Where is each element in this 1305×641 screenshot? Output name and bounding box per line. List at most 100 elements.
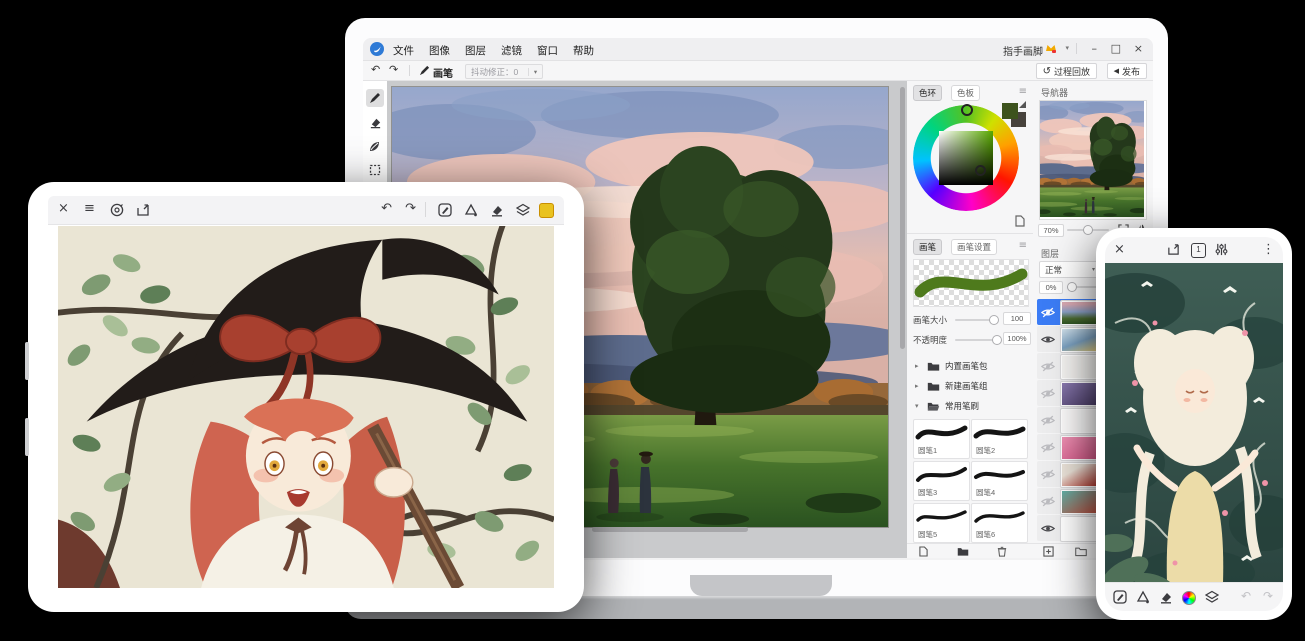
eye-off-icon[interactable] xyxy=(1039,385,1057,401)
account-chevron-icon[interactable]: ▾ xyxy=(1065,44,1069,52)
redo-icon[interactable]: ↷ xyxy=(389,63,398,76)
brush-opacity-knob[interactable] xyxy=(992,335,1002,345)
tab-brush-settings[interactable]: 画笔设置 xyxy=(951,239,997,255)
navigator-zoom-knob[interactable] xyxy=(1083,225,1093,235)
sv-selector[interactable] xyxy=(975,165,986,176)
brush-opacity-value[interactable]: 100% xyxy=(1003,332,1031,345)
redo-icon[interactable]: ↷ xyxy=(1263,589,1273,603)
saturation-square[interactable] xyxy=(939,131,993,185)
tab-brush[interactable]: 画笔 xyxy=(913,239,942,255)
eraser-tool-icon[interactable] xyxy=(490,203,504,217)
layer-row-pink[interactable] xyxy=(1037,434,1099,460)
brush-tool-icon[interactable] xyxy=(1113,590,1127,604)
brush-size-value[interactable]: 100 xyxy=(1003,312,1031,325)
layer-opacity-knob[interactable] xyxy=(1067,282,1077,292)
layers-count-icon[interactable]: 1 xyxy=(1191,243,1206,258)
brush-opacity-slider[interactable] xyxy=(955,339,997,341)
copy-color-icon[interactable] xyxy=(1015,215,1025,227)
layers-icon[interactable] xyxy=(516,203,530,217)
horizontal-scrollbar[interactable] xyxy=(592,527,748,532)
current-color-swatch[interactable] xyxy=(539,203,554,218)
layer-thumbnail[interactable] xyxy=(1061,490,1099,514)
eye-icon[interactable] xyxy=(1039,520,1057,536)
new-brush-icon[interactable] xyxy=(919,546,928,557)
layer-thumbnail[interactable] xyxy=(1061,436,1099,460)
select-tool-button[interactable] xyxy=(366,161,384,179)
brush-item[interactable]: 圆笔3 xyxy=(913,461,970,501)
layer-thumbnail[interactable] xyxy=(1061,355,1099,379)
menu-help[interactable]: 帮助 xyxy=(573,43,594,58)
color-panel-menu-icon[interactable]: ≡ xyxy=(1019,86,1027,97)
layer-thumbnail[interactable] xyxy=(1061,328,1099,352)
close-button[interactable]: × xyxy=(1134,42,1143,55)
shape-tool-icon[interactable] xyxy=(1136,590,1150,604)
eye-off-icon[interactable] xyxy=(1039,358,1057,374)
brush-item[interactable]: 圆笔1 xyxy=(913,419,970,459)
menu-icon[interactable]: ≡ xyxy=(84,201,95,216)
brush-group-common[interactable]: ▾ 常用笔刷 xyxy=(907,397,1041,415)
tab-color-wheel[interactable]: 色环 xyxy=(913,85,942,101)
layer-row-mountain[interactable] xyxy=(1037,326,1099,352)
color-wheel-icon[interactable] xyxy=(1182,591,1196,605)
layer-row-sketch2[interactable] xyxy=(1037,407,1099,433)
playback-icon[interactable] xyxy=(110,203,124,217)
smudge-tool-button[interactable] xyxy=(366,137,384,155)
menu-window[interactable]: 窗口 xyxy=(537,43,558,58)
replay-button[interactable]: ↺ 过程回放 xyxy=(1036,63,1097,79)
layers-icon[interactable] xyxy=(1205,590,1219,604)
tablet-canvas[interactable] xyxy=(58,226,554,588)
eye-off-icon[interactable] xyxy=(1039,439,1057,455)
eye-icon[interactable] xyxy=(1039,331,1057,347)
layer-row-red[interactable] xyxy=(1037,461,1099,487)
stabilize-chevron-icon[interactable]: ▾ xyxy=(528,68,542,76)
publish-button[interactable]: ◀ 发布 xyxy=(1107,63,1147,79)
layer-row-portrait[interactable] xyxy=(1037,380,1099,406)
eye-off-icon[interactable] xyxy=(1039,412,1057,428)
more-menu-icon[interactable]: ⋮ xyxy=(1262,242,1275,257)
layer-row-background[interactable] xyxy=(1037,515,1099,541)
eye-off-icon[interactable] xyxy=(1039,493,1057,509)
menu-layer[interactable]: 图层 xyxy=(465,43,486,58)
layer-opacity-value[interactable]: 0% xyxy=(1039,281,1063,294)
layer-folder-icon[interactable] xyxy=(1075,546,1087,557)
adjustments-icon[interactable] xyxy=(1215,243,1228,256)
layer-row-teal[interactable] xyxy=(1037,488,1099,514)
brush-panel-menu-icon[interactable]: ≡ xyxy=(1019,240,1027,251)
foreground-color-swatch[interactable] xyxy=(1002,103,1018,119)
navigator-zoom-slider[interactable] xyxy=(1067,229,1109,231)
maximize-button[interactable]: □ xyxy=(1111,42,1121,55)
brush-size-slider[interactable] xyxy=(955,319,997,321)
brush-item[interactable]: 圆笔5 xyxy=(913,503,970,543)
eye-off-icon[interactable] xyxy=(1039,466,1057,482)
redo-icon[interactable]: ↷ xyxy=(405,201,416,216)
brush-group-builtin[interactable]: ▸ 内置画笔包 xyxy=(907,357,1041,375)
brush-group-new[interactable]: ▸ 新建画笔组 xyxy=(907,377,1041,395)
brush-item[interactable]: 圆笔2 xyxy=(971,419,1028,459)
undo-icon[interactable]: ↶ xyxy=(371,63,380,76)
navigator-thumbnail[interactable] xyxy=(1039,100,1147,220)
add-layer-icon[interactable] xyxy=(1043,546,1054,557)
brush-item[interactable]: 圆笔6 xyxy=(971,503,1028,543)
layer-row-sketch[interactable] xyxy=(1037,353,1099,379)
tab-color-swatches[interactable]: 色板 xyxy=(951,85,980,101)
brush-tool-icon[interactable] xyxy=(438,203,452,217)
eraser-tool-button[interactable] xyxy=(366,113,384,131)
layer-thumbnail[interactable] xyxy=(1061,409,1099,433)
eye-icon[interactable] xyxy=(1039,304,1057,320)
shape-tool-icon[interactable] xyxy=(464,203,478,217)
layer-thumbnail[interactable] xyxy=(1061,517,1099,541)
layer-thumbnail[interactable] xyxy=(1061,463,1099,487)
layer-thumbnail[interactable] xyxy=(1061,301,1099,325)
phone-canvas[interactable] xyxy=(1105,263,1283,583)
vertical-scrollbar[interactable] xyxy=(900,87,905,349)
blend-mode-select[interactable]: 正常 ▾ xyxy=(1039,261,1099,278)
menu-file[interactable]: 文件 xyxy=(393,43,414,58)
navigator-zoom-value[interactable]: 70% xyxy=(1038,224,1064,237)
hue-selector[interactable] xyxy=(961,104,973,116)
brush-size-knob[interactable] xyxy=(989,315,999,325)
close-icon[interactable]: × xyxy=(1114,242,1125,257)
undo-icon[interactable]: ↶ xyxy=(381,201,392,216)
eraser-tool-icon[interactable] xyxy=(1159,590,1173,604)
layer-row-landscape[interactable] xyxy=(1037,299,1099,325)
brush-tool-button[interactable] xyxy=(366,89,384,107)
